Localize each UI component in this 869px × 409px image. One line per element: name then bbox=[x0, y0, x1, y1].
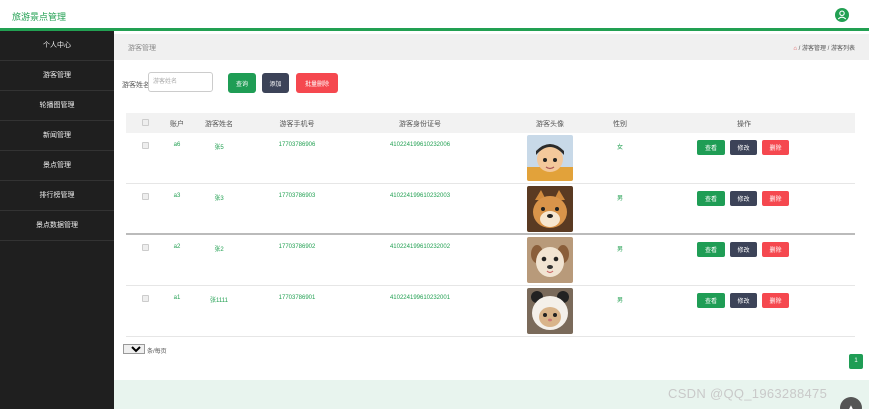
header-name: 游客姓名 bbox=[205, 121, 233, 128]
add-button[interactable]: 添加 bbox=[262, 73, 289, 93]
user-avatar-icon[interactable] bbox=[835, 8, 849, 22]
main-content: 游客管理 ⌂ / 游客管理 / 游客列表 游客姓名 查询 添加 批量删除 账户 … bbox=[114, 31, 869, 409]
avatar-shiba-dog[interactable] bbox=[527, 186, 573, 232]
sidebar-item-carousel[interactable]: 轮播图管理 bbox=[0, 91, 114, 121]
edit-button[interactable]: 修改 bbox=[730, 242, 757, 257]
sidebar-item-scenic-spots[interactable]: 景点管理 bbox=[0, 151, 114, 181]
row-checkbox[interactable] bbox=[142, 142, 149, 149]
batch-delete-button[interactable]: 批量删除 bbox=[296, 73, 338, 93]
header-gender: 性别 bbox=[613, 121, 627, 128]
view-button[interactable]: 查看 bbox=[697, 293, 725, 308]
top-bar: 旅游景点管理 bbox=[0, 0, 869, 31]
cell-account: a6 bbox=[173, 142, 181, 148]
cell-phone: 17703786901 bbox=[278, 295, 316, 301]
edit-button[interactable]: 修改 bbox=[730, 191, 757, 206]
app-title: 旅游景点管理 bbox=[12, 12, 67, 22]
cell-name: 张5 bbox=[214, 145, 224, 151]
page-size-select[interactable]: 10 bbox=[123, 344, 145, 354]
table-header: 账户 游客姓名 游客手机号 游客身份证号 游客头像 性别 操作 bbox=[126, 113, 855, 133]
home-icon[interactable]: ⌂ bbox=[793, 46, 797, 52]
view-button[interactable]: 查看 bbox=[697, 140, 725, 155]
select-all-checkbox[interactable] bbox=[142, 119, 149, 126]
sidebar-item-visitors[interactable]: 游客管理 bbox=[0, 61, 114, 91]
avatar-cat-hood[interactable] bbox=[527, 288, 573, 334]
cell-idcard: 410224199610232006 bbox=[389, 142, 451, 148]
cell-name: 张1111 bbox=[209, 298, 229, 304]
search-label: 游客姓名 bbox=[122, 82, 150, 89]
header-avatar: 游客头像 bbox=[536, 121, 564, 128]
header-idcard: 游客身份证号 bbox=[399, 121, 441, 128]
cell-phone: 17703786906 bbox=[278, 142, 316, 148]
cell-phone: 17703786902 bbox=[278, 244, 316, 250]
cell-account: a1 bbox=[173, 295, 181, 301]
page-title: 游客管理 bbox=[128, 45, 156, 52]
header-phone: 游客手机号 bbox=[279, 121, 315, 128]
view-button[interactable]: 查看 bbox=[697, 191, 725, 206]
table-row: a1 张1111 17703786901 410224199610232001 … bbox=[126, 286, 855, 337]
visitor-table: 账户 游客姓名 游客手机号 游客身份证号 游客头像 性别 操作 a6 张5 17… bbox=[126, 113, 855, 337]
cell-account: a3 bbox=[173, 193, 181, 199]
delete-button[interactable]: 删除 bbox=[762, 242, 789, 257]
cell-name: 张2 bbox=[214, 247, 224, 253]
view-button[interactable]: 查看 bbox=[697, 242, 725, 257]
row-checkbox[interactable] bbox=[142, 193, 149, 200]
breadcrumb-path: / 游客管理 / 游客列表 bbox=[798, 46, 855, 52]
watermark: CSDN @QQ_1963288475 bbox=[668, 386, 828, 401]
page-size-label: 条/每页 bbox=[147, 349, 167, 355]
cell-gender: 男 bbox=[616, 298, 624, 304]
table-row: a3 张3 17703786903 410224199610232003 男 查… bbox=[126, 184, 855, 235]
cell-idcard: 410224199610232001 bbox=[389, 295, 451, 301]
breadcrumb: ⌂ / 游客管理 / 游客列表 bbox=[793, 43, 855, 52]
page-number-button[interactable]: 1 bbox=[849, 354, 863, 369]
table-row: a2 张2 17703786902 410224199610232002 男 查… bbox=[126, 235, 855, 286]
delete-button[interactable]: 删除 bbox=[762, 140, 789, 155]
header-actions: 操作 bbox=[737, 121, 751, 128]
cell-idcard: 410224199610232003 bbox=[389, 193, 451, 199]
search-button[interactable]: 查询 bbox=[228, 73, 256, 93]
cell-gender: 女 bbox=[616, 145, 624, 151]
search-input[interactable] bbox=[148, 72, 213, 92]
row-checkbox[interactable] bbox=[142, 244, 149, 251]
delete-button[interactable]: 删除 bbox=[762, 191, 789, 206]
sidebar-item-ranking[interactable]: 排行榜管理 bbox=[0, 181, 114, 211]
avatar-cartoon-boy[interactable] bbox=[527, 135, 573, 181]
edit-button[interactable]: 修改 bbox=[730, 293, 757, 308]
header-account: 账户 bbox=[170, 121, 184, 128]
sidebar: 个人中心 游客管理 轮播图管理 新闻管理 景点管理 排行榜管理 景点数据管理 bbox=[0, 31, 114, 409]
table-row: a6 张5 17703786906 410224199610232006 女 查… bbox=[126, 133, 855, 184]
sidebar-item-profile[interactable]: 个人中心 bbox=[0, 31, 114, 61]
cell-idcard: 410224199610232002 bbox=[389, 244, 451, 250]
cell-account: a2 bbox=[173, 244, 181, 250]
cell-gender: 男 bbox=[616, 247, 624, 253]
sidebar-item-news[interactable]: 新闻管理 bbox=[0, 121, 114, 151]
delete-button[interactable]: 删除 bbox=[762, 293, 789, 308]
cell-name: 张3 bbox=[214, 196, 224, 202]
breadcrumb-bar: 游客管理 ⌂ / 游客管理 / 游客列表 bbox=[114, 34, 869, 60]
cell-gender: 男 bbox=[616, 196, 624, 202]
edit-button[interactable]: 修改 bbox=[730, 140, 757, 155]
avatar-puppy[interactable] bbox=[527, 237, 573, 283]
sidebar-item-spot-data[interactable]: 景点数据管理 bbox=[0, 211, 114, 241]
cell-phone: 17703786903 bbox=[278, 193, 316, 199]
row-checkbox[interactable] bbox=[142, 295, 149, 302]
